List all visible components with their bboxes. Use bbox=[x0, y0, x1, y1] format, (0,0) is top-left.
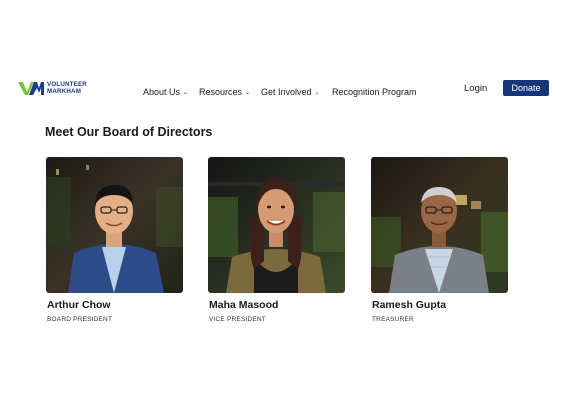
chevron-down-icon: ⌄ bbox=[245, 90, 251, 96]
logo-line-1: VOLUNTEER bbox=[47, 81, 87, 88]
vm-logo-icon bbox=[18, 82, 44, 95]
nav-about-us-label: About Us bbox=[143, 87, 181, 97]
nav-get-involved-label: Get Involved bbox=[261, 87, 312, 97]
board-member-photo bbox=[208, 157, 345, 293]
board-member-photo bbox=[46, 157, 183, 293]
logo-line-2: MARKHAM bbox=[47, 88, 82, 95]
nav-about-us[interactable]: About Us ⌄ bbox=[143, 87, 188, 97]
login-link[interactable]: Login bbox=[464, 83, 487, 94]
nav-resources-label: Resources bbox=[199, 87, 243, 97]
section-title: Meet Our Board of Directors bbox=[45, 125, 213, 139]
board-member-name: Maha Masood bbox=[209, 299, 279, 311]
board-member-role: VICE PRESIDENT bbox=[209, 316, 266, 323]
board-member-name: Ramesh Gupta bbox=[372, 299, 447, 311]
chevron-down-icon: ⌄ bbox=[314, 90, 320, 96]
chevron-down-icon: ⌄ bbox=[183, 90, 189, 96]
logo-wordmark: VOLUNTEER MARKHAM bbox=[47, 81, 87, 95]
nav-resources[interactable]: Resources ⌄ bbox=[199, 87, 250, 97]
volunteer-markham-logo[interactable]: VOLUNTEER MARKHAM bbox=[18, 80, 90, 98]
board-member-role: BOARD PRESIDENT bbox=[47, 316, 113, 323]
nav-get-involved[interactable]: Get Involved ⌄ bbox=[261, 87, 320, 97]
donate-button[interactable]: Donate bbox=[503, 80, 549, 96]
nav-recognition-program[interactable]: Recognition Program bbox=[332, 87, 417, 97]
board-member-name: Arthur Chow bbox=[47, 299, 111, 311]
board-member-role: TREASURER bbox=[372, 316, 414, 323]
board-member-photo bbox=[371, 157, 508, 293]
nav-recognition-program-label: Recognition Program bbox=[332, 87, 417, 97]
